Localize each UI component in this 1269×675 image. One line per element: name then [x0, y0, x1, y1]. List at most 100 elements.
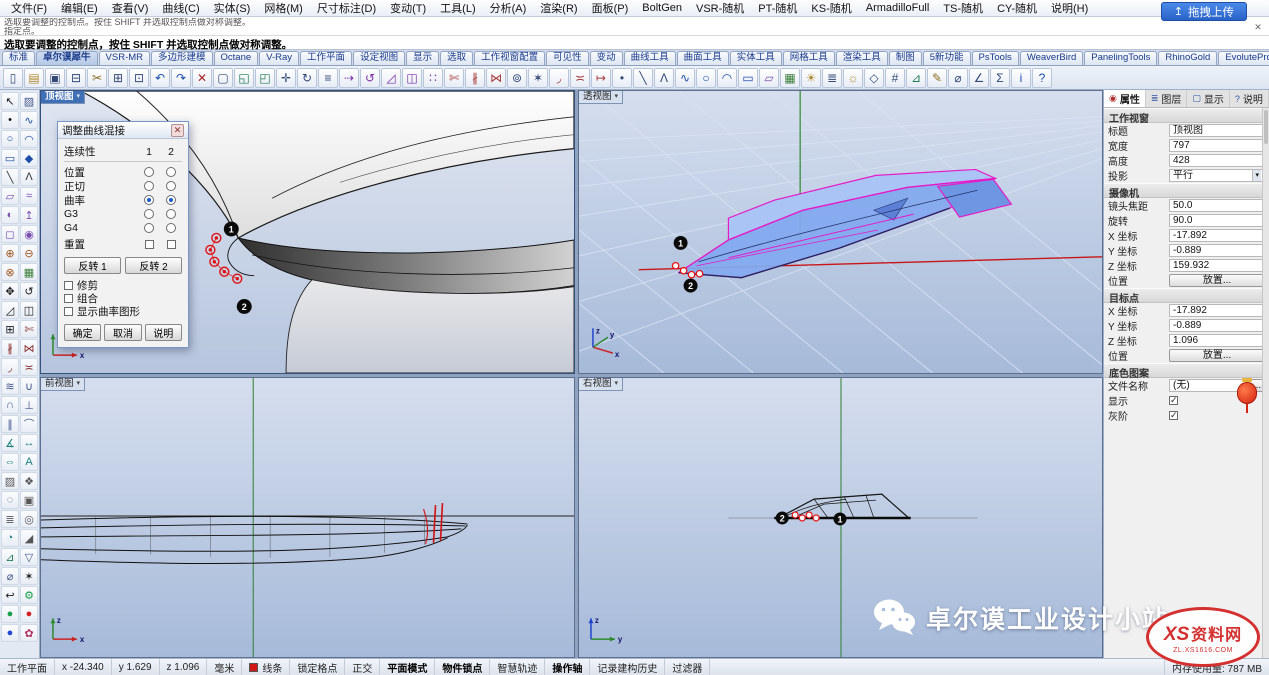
- property-value[interactable]: 1.096: [1169, 334, 1265, 347]
- grid-icon[interactable]: #: [885, 68, 905, 88]
- split-icon[interactable]: ∦: [465, 68, 485, 88]
- intersect-curves-icon[interactable]: ∩: [1, 396, 19, 414]
- menu-item[interactable]: PT-随机: [751, 0, 804, 16]
- panel-tab[interactable]: ≣ 图层: [1146, 90, 1188, 107]
- circle-icon[interactable]: ○: [1, 130, 19, 148]
- status-toggle[interactable]: 物件锁点: [435, 659, 490, 675]
- mesh-icon[interactable]: ▦: [20, 263, 38, 281]
- property-value[interactable]: -17.892: [1169, 229, 1265, 242]
- arc-icon[interactable]: ◠: [20, 130, 38, 148]
- diameter-icon[interactable]: ⌀: [948, 68, 968, 88]
- new-file-icon[interactable]: ▯: [3, 68, 23, 88]
- status-toggle[interactable]: 平面模式: [380, 659, 435, 675]
- array-icon[interactable]: ∷: [423, 68, 443, 88]
- toolbar-tab[interactable]: 5新功能: [923, 51, 971, 65]
- polyline-icon[interactable]: Λ: [654, 68, 674, 88]
- circle-icon[interactable]: ○: [696, 68, 716, 88]
- pan-icon[interactable]: ✛: [276, 68, 296, 88]
- continuity-radio-2[interactable]: [166, 195, 176, 205]
- toolbar-tab[interactable]: 曲线工具: [624, 51, 676, 65]
- group-icon[interactable]: ⊚: [507, 68, 527, 88]
- redo-icon[interactable]: ↷: [171, 68, 191, 88]
- continuity-radio-1[interactable]: [144, 195, 154, 205]
- continuity-radio-2[interactable]: [166, 209, 176, 219]
- object-properties-icon[interactable]: i: [1011, 68, 1031, 88]
- point-icon[interactable]: •: [1, 111, 19, 129]
- mesh-tools-icon[interactable]: ▦: [780, 68, 800, 88]
- toolbar-tab[interactable]: 选取: [440, 51, 473, 65]
- curve-icon[interactable]: ∿: [20, 111, 38, 129]
- rectangle-icon[interactable]: ▭: [1, 149, 19, 167]
- angle-icon[interactable]: ∠: [969, 68, 989, 88]
- toolbar-tab[interactable]: 工作平面: [300, 51, 352, 65]
- toolbar-tab[interactable]: PsTools: [972, 51, 1019, 65]
- continuity-radio-2[interactable]: [166, 181, 176, 191]
- delete-icon[interactable]: ✕: [192, 68, 212, 88]
- property-value[interactable]: 90.0: [1169, 214, 1265, 227]
- union-curves-icon[interactable]: ∪: [20, 377, 38, 395]
- current-layer[interactable]: 线条: [242, 659, 290, 675]
- zoom-extents-icon[interactable]: ◱: [234, 68, 254, 88]
- dialog-close-icon[interactable]: ✕: [171, 124, 184, 137]
- viewport-canvas-front[interactable]: x z: [41, 378, 574, 657]
- continuity-radio-1[interactable]: [144, 209, 154, 219]
- select-icon[interactable]: ↖: [1, 92, 19, 110]
- property-value[interactable]: 797: [1169, 139, 1265, 152]
- circle-diameter-icon[interactable]: ⌀: [1, 567, 19, 585]
- menu-item[interactable]: ArmadilloFull: [859, 2, 937, 14]
- block-icon[interactable]: ❖: [20, 472, 38, 490]
- lock-icon[interactable]: ▣: [20, 491, 38, 509]
- box-icon[interactable]: ◻: [1, 225, 19, 243]
- badge-2[interactable]: 2: [684, 279, 698, 293]
- reset-checkbox-2[interactable]: [167, 240, 176, 249]
- toolbar-tab[interactable]: WeaverBird: [1020, 51, 1083, 65]
- hide-icon[interactable]: ◌: [1, 491, 19, 509]
- extend-icon[interactable]: ↦: [591, 68, 611, 88]
- annotate-icon[interactable]: ✎: [927, 68, 947, 88]
- history-icon[interactable]: ↩: [1, 586, 19, 604]
- move-icon[interactable]: ⇢: [339, 68, 359, 88]
- property-value[interactable]: -0.889: [1169, 244, 1265, 257]
- rectangle-icon[interactable]: ▭: [738, 68, 758, 88]
- status-toggle[interactable]: 操作轴: [545, 659, 590, 675]
- continuity-radio-2[interactable]: [166, 223, 176, 233]
- undo-icon[interactable]: ↶: [150, 68, 170, 88]
- hatch-icon[interactable]: ▨: [1, 472, 19, 490]
- toolbar-tab[interactable]: 卓尔谟犀牛: [36, 51, 98, 65]
- badge-1[interactable]: 1: [834, 513, 847, 526]
- scale-icon[interactable]: ◿: [1, 301, 19, 319]
- viewport-tab-perspective[interactable]: 透视图 ▾: [579, 91, 623, 104]
- flip-1-button[interactable]: 反转 1: [64, 257, 121, 274]
- help-button[interactable]: 说明: [145, 324, 182, 341]
- rotate-view-icon[interactable]: ↻: [297, 68, 317, 88]
- toolbar-tab[interactable]: 标准: [2, 51, 35, 65]
- menu-item[interactable]: 查看(V): [105, 0, 156, 16]
- panel-tab[interactable]: ▢ 显示: [1187, 90, 1230, 107]
- copy-icon[interactable]: ⊞: [1, 320, 19, 338]
- dimension-icon[interactable]: ⇔: [1, 453, 19, 471]
- scale-icon[interactable]: ◿: [381, 68, 401, 88]
- badge-2[interactable]: 2: [237, 299, 252, 314]
- cplane-tool-icon[interactable]: ⊿: [1, 548, 19, 566]
- script-icon[interactable]: Σ: [990, 68, 1010, 88]
- status-toggle[interactable]: 锁定格点: [290, 659, 345, 675]
- menu-item[interactable]: VSR-随机: [689, 0, 751, 16]
- trim-icon[interactable]: ✄: [20, 320, 38, 338]
- panel-tab[interactable]: ◉ 属性: [1104, 90, 1146, 107]
- paste-icon[interactable]: ⊡: [129, 68, 149, 88]
- toolbar-tab[interactable]: EvolutePro: [1218, 51, 1269, 65]
- extrude-icon[interactable]: ↥: [20, 206, 38, 224]
- flip-2-button[interactable]: 反转 2: [125, 257, 182, 274]
- badge-1[interactable]: 1: [674, 236, 688, 250]
- osnap-icon[interactable]: ◎: [20, 510, 38, 528]
- toolbar-tab[interactable]: VSR-MR: [99, 51, 150, 65]
- fillet-icon[interactable]: ◞: [549, 68, 569, 88]
- cplane-button[interactable]: 工作平面: [0, 659, 55, 675]
- menu-item[interactable]: 编辑(E): [54, 0, 105, 16]
- loft-icon[interactable]: ≈: [20, 187, 38, 205]
- plugin-icon[interactable]: ✿: [20, 624, 38, 642]
- menu-item[interactable]: TS-随机: [936, 0, 990, 16]
- surface-icon[interactable]: ▱: [1, 187, 19, 205]
- checkbox[interactable]: [64, 281, 73, 290]
- boolean-difference-icon[interactable]: ⊖: [20, 244, 38, 262]
